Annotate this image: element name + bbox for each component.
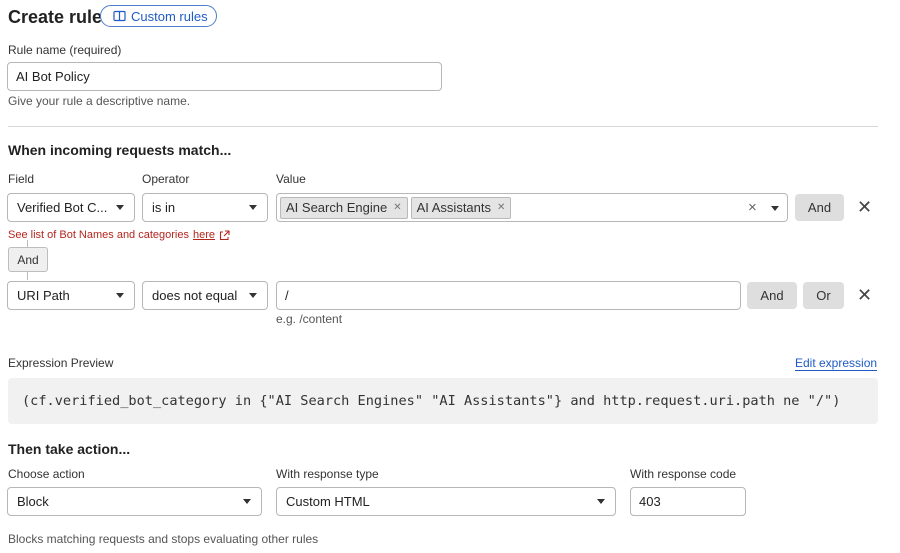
remove-chip-icon[interactable]: ✕ <box>393 202 401 213</box>
custom-rules-label: Custom rules <box>131 8 208 24</box>
expression-label: Expression Preview <box>8 356 114 370</box>
chevron-down-icon <box>249 205 257 210</box>
chevron-down-icon <box>249 293 257 298</box>
bot-list-link-text: See list of Bot Names and categories <box>8 229 189 241</box>
rule-name-label: Rule name (required) <box>8 43 122 57</box>
operator-header: Operator <box>142 172 190 186</box>
chevron-down-icon <box>116 293 124 298</box>
divider <box>8 126 878 127</box>
response-type-select[interactable]: Custom HTML <box>276 487 616 516</box>
custom-rules-button[interactable]: Custom rules <box>100 5 217 27</box>
value-header: Value <box>276 172 306 186</box>
and-button-1[interactable]: And <box>795 194 844 221</box>
page-title: Create rule <box>8 7 103 27</box>
or-button-2[interactable]: Or <box>803 282 844 309</box>
value-hint: e.g. /content <box>276 312 343 326</box>
external-link-icon <box>219 230 230 241</box>
field-select-2-value: URI Path <box>17 288 70 303</box>
action-heading: Then take action... <box>8 441 131 457</box>
value-chip: AI Assistants ✕ <box>410 196 512 219</box>
response-code-label: With response code <box>630 467 737 481</box>
edit-expression-link[interactable]: Edit expression <box>795 356 878 371</box>
chip-label: AI Search Engine <box>286 200 388 215</box>
close-icon[interactable]: ✕ <box>857 286 872 304</box>
remove-chip-icon[interactable]: ✕ <box>497 202 505 213</box>
field-header: Field <box>8 172 35 186</box>
operator-select-2[interactable]: does not equal <box>142 281 268 310</box>
field-select-2[interactable]: URI Path <box>7 281 135 310</box>
close-icon[interactable]: ✕ <box>857 198 872 216</box>
and-connector: And <box>8 247 48 272</box>
choose-action-select[interactable]: Block <box>7 487 262 516</box>
and-button-2[interactable]: And <box>747 282 797 309</box>
value-multiselect-1[interactable]: AI Search Engine ✕ AI Assistants ✕ <box>276 193 788 222</box>
rule-name-value: AI Bot Policy <box>16 69 90 84</box>
bot-list-link[interactable]: See list of Bot Names and categories her… <box>8 229 230 242</box>
bot-list-link-here[interactable]: here <box>193 229 215 242</box>
rule-name-input[interactable]: AI Bot Policy <box>7 62 442 91</box>
chevron-down-icon[interactable] <box>771 206 779 211</box>
response-type-value: Custom HTML <box>286 494 370 509</box>
operator-select-1[interactable]: is in <box>142 193 268 222</box>
rule-name-help: Give your rule a descriptive name. <box>8 94 191 108</box>
chevron-down-icon <box>597 499 605 504</box>
value-input-2[interactable]: / <box>276 281 741 310</box>
connector-line <box>27 240 28 247</box>
choose-action-value: Block <box>17 494 49 509</box>
chevron-down-icon <box>243 499 251 504</box>
field-select-1[interactable]: Verified Bot C... <box>7 193 135 222</box>
action-description: Blocks matching requests and stops evalu… <box>8 532 319 546</box>
value-chip: AI Search Engine ✕ <box>280 196 408 219</box>
choose-action-label: Choose action <box>8 467 85 481</box>
chip-label: AI Assistants <box>416 200 491 215</box>
response-type-label: With response type <box>276 467 379 481</box>
chevron-down-icon <box>116 205 124 210</box>
operator-select-1-value: is in <box>152 200 176 215</box>
clear-icon[interactable]: × <box>748 199 757 216</box>
value-input-2-value: / <box>285 288 289 303</box>
response-code-value: 403 <box>639 494 661 509</box>
expression-preview: (cf.verified_bot_category in {"AI Search… <box>8 378 878 424</box>
book-icon <box>113 10 126 22</box>
operator-select-2-value: does not equal <box>152 288 238 303</box>
match-heading: When incoming requests match... <box>8 142 232 158</box>
field-select-1-value: Verified Bot C... <box>17 200 108 215</box>
connector-line <box>27 272 28 280</box>
response-code-input[interactable]: 403 <box>630 487 746 516</box>
